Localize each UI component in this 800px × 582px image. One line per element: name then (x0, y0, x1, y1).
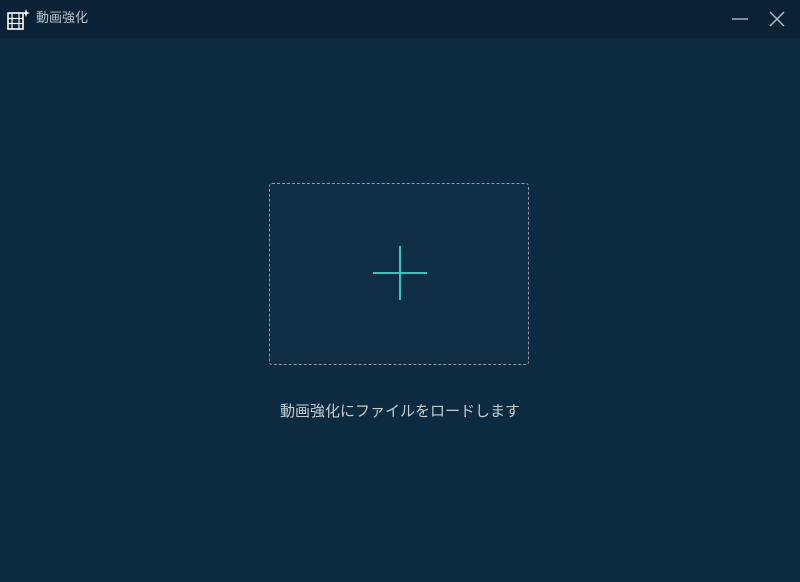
film-sparkle-icon (7, 9, 30, 30)
minimize-button[interactable] (727, 6, 753, 32)
minimize-icon (732, 18, 748, 20)
file-drop-zone[interactable] (269, 183, 529, 365)
close-icon (769, 11, 785, 27)
close-button[interactable] (764, 6, 790, 32)
load-file-hint: 動画強化にファイルをロードします (279, 402, 520, 420)
plus-icon (373, 246, 427, 300)
title-bar[interactable]: 動画強化 (0, 0, 800, 38)
window-title: 動画強化 (36, 11, 89, 26)
app-window: 動画強化 動画強化にファイルをロードします (0, 0, 800, 582)
